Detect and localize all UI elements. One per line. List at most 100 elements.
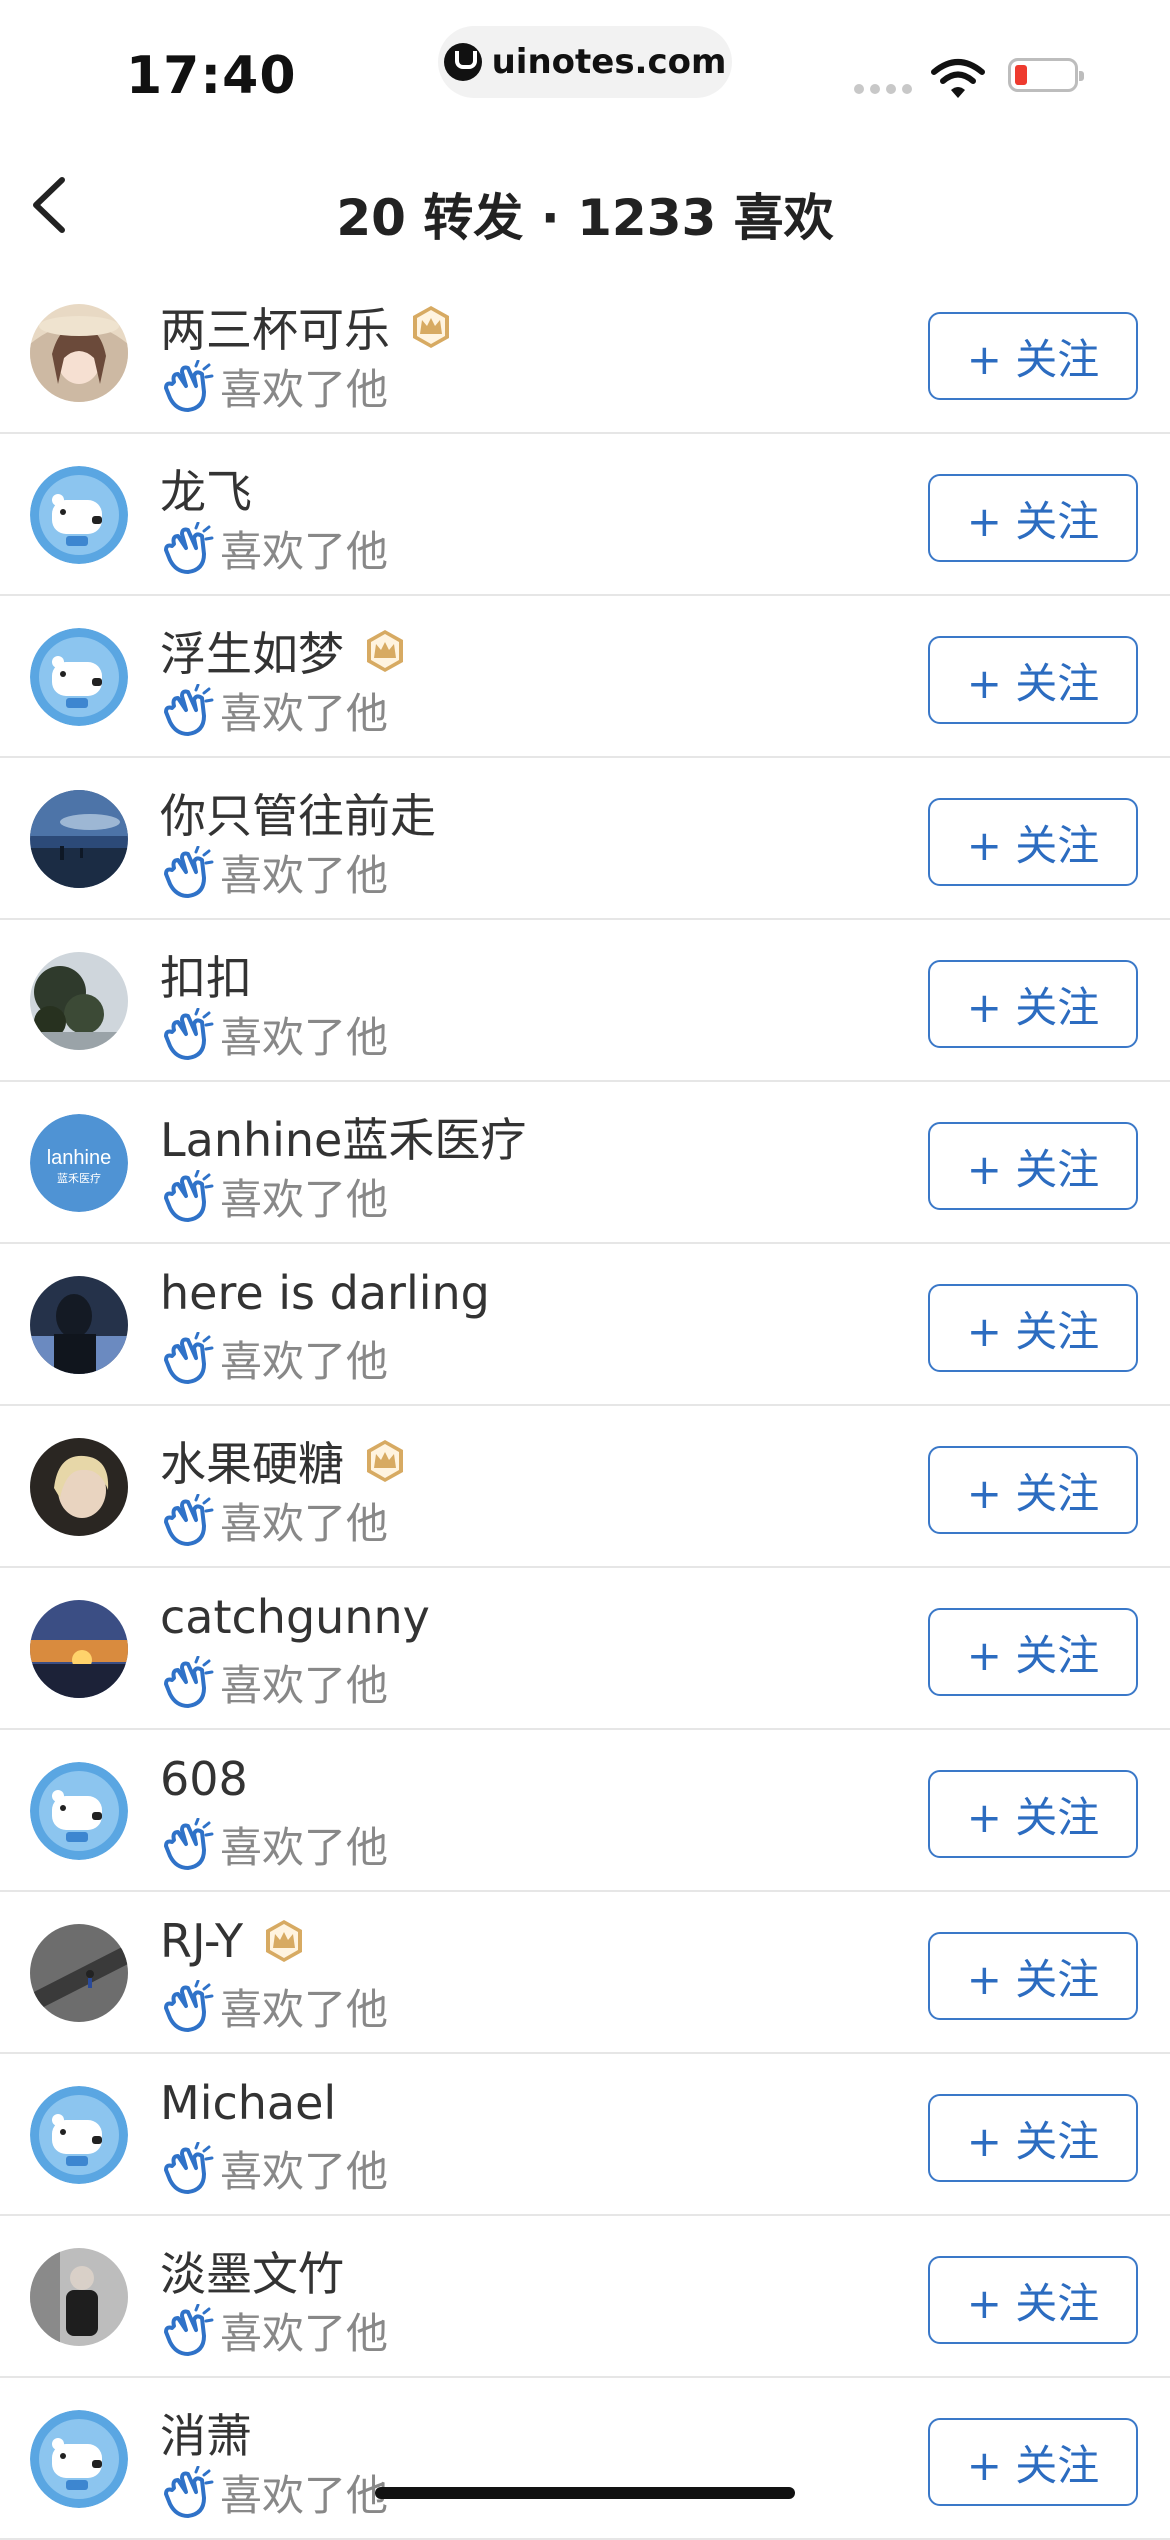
follow-button[interactable]: + 关注 (928, 636, 1138, 724)
follow-button[interactable]: + 关注 (928, 1770, 1138, 1858)
liked-line: 喜欢了他 (160, 1976, 388, 2037)
avatar[interactable] (30, 790, 128, 888)
avatar[interactable] (30, 2086, 128, 2184)
avatar[interactable]: lanhine 蓝禾医疗 (30, 1114, 128, 1212)
list-item[interactable]: 扣扣 喜欢了他 + 关注 (0, 920, 1170, 1082)
name-line: 两三杯可乐 (160, 294, 454, 360)
list-item[interactable]: 龙飞 喜欢了他 + 关注 (0, 434, 1170, 596)
avatar[interactable] (30, 1600, 128, 1698)
home-indicator[interactable] (375, 2487, 795, 2499)
avatar[interactable] (30, 1924, 128, 2022)
follow-button[interactable]: + 关注 (928, 1608, 1138, 1696)
follow-button[interactable]: + 关注 (928, 2418, 1138, 2506)
liked-label: 喜欢了他 (220, 1661, 389, 1710)
clap-icon (164, 1817, 214, 1870)
list-item[interactable]: RJ-Y 喜欢了他 + 关注 (0, 1892, 1170, 2054)
clap-icon (164, 1169, 214, 1222)
list-item[interactable]: catchgunny 喜欢了他 + 关注 (0, 1568, 1170, 1730)
wifi-icon (931, 59, 985, 98)
user-name[interactable]: 608 (160, 1752, 248, 1806)
avatar[interactable] (30, 1762, 128, 1860)
liked-label: 喜欢了他 (220, 1985, 389, 2034)
user-name[interactable]: Michael (160, 2076, 336, 2130)
url-pill[interactable]: uinotes.com (438, 26, 732, 98)
liked-line: 喜欢了他 (160, 2300, 388, 2361)
user-name[interactable]: Lanhine蓝禾医疗 (160, 1104, 526, 1170)
user-name[interactable]: here is darling (160, 1266, 490, 1320)
battery-icon (1008, 58, 1084, 92)
list-item[interactable]: 608 喜欢了他 + 关注 (0, 1730, 1170, 1892)
user-name[interactable]: 水果硬糖 (160, 1428, 344, 1494)
avatar[interactable] (30, 2248, 128, 2346)
list-item[interactable]: Michael 喜欢了他 + 关注 (0, 2054, 1170, 2216)
name-line: 扣扣 (160, 942, 252, 1008)
liked-line: 喜欢了他 (160, 680, 388, 741)
follow-button[interactable]: + 关注 (928, 1284, 1138, 1372)
liked-label: 喜欢了他 (220, 1175, 389, 1224)
clap-icon (164, 1007, 214, 1060)
name-line: Lanhine蓝禾医疗 (160, 1104, 526, 1170)
nav-bar: 20 转发 · 1233 喜欢 (0, 140, 1170, 270)
follow-button[interactable]: + 关注 (928, 1446, 1138, 1534)
liked-label: 喜欢了他 (220, 2309, 389, 2358)
page-title: 20 转发 · 1233 喜欢 (336, 189, 834, 247)
list-item[interactable]: 淡墨文竹 喜欢了他 + 关注 (0, 2216, 1170, 2378)
follow-button[interactable]: + 关注 (928, 960, 1138, 1048)
user-name[interactable]: catchgunny (160, 1590, 430, 1644)
clap-icon (164, 2141, 214, 2194)
liked-label: 喜欢了他 (220, 2147, 389, 2196)
clap-icon (164, 2303, 214, 2356)
avatar[interactable] (30, 304, 128, 402)
user-name[interactable]: 两三杯可乐 (160, 294, 390, 360)
name-line: 水果硬糖 (160, 1428, 408, 1494)
follow-button[interactable]: + 关注 (928, 1932, 1138, 2020)
list-item[interactable]: 你只管往前走 喜欢了他 + 关注 (0, 758, 1170, 920)
list-item[interactable]: 水果硬糖 喜欢了他 + 关注 (0, 1406, 1170, 1568)
liked-label: 喜欢了他 (220, 1499, 389, 1548)
avatar[interactable] (30, 2410, 128, 2508)
liked-line: 喜欢了他 (160, 1814, 388, 1875)
list-item[interactable]: 浮生如梦 喜欢了他 + 关注 (0, 596, 1170, 758)
name-line: 608 (160, 1752, 248, 1806)
user-name[interactable]: 你只管往前走 (160, 780, 436, 846)
follow-button[interactable]: + 关注 (928, 2094, 1138, 2182)
svg-text:lanhine: lanhine (47, 1147, 112, 1169)
liked-label: 喜欢了他 (220, 2471, 389, 2520)
follow-button[interactable]: + 关注 (928, 312, 1138, 400)
avatar[interactable] (30, 1276, 128, 1374)
avatar[interactable] (30, 628, 128, 726)
follow-button[interactable]: + 关注 (928, 2256, 1138, 2344)
follow-button[interactable]: + 关注 (928, 798, 1138, 886)
liked-label: 喜欢了他 (220, 527, 389, 576)
user-name[interactable]: 淡墨文竹 (160, 2238, 344, 2304)
liked-line: 喜欢了他 (160, 1004, 388, 1065)
user-name[interactable]: 浮生如梦 (160, 618, 344, 684)
liked-line: 喜欢了他 (160, 842, 388, 903)
avatar[interactable] (30, 1438, 128, 1536)
name-line: 你只管往前走 (160, 780, 436, 846)
avatar[interactable] (30, 466, 128, 564)
list-item[interactable]: 两三杯可乐 喜欢了他 + 关注 (0, 272, 1170, 434)
liked-label: 喜欢了他 (220, 689, 389, 738)
liked-line: 喜欢了他 (160, 2462, 388, 2523)
liked-line: 喜欢了他 (160, 1328, 388, 1389)
list-item[interactable]: here is darling 喜欢了他 + 关注 (0, 1244, 1170, 1406)
follow-button[interactable]: + 关注 (928, 474, 1138, 562)
crown-badge-icon (266, 1920, 303, 1962)
site-logo-icon (443, 43, 482, 81)
liked-line: 喜欢了他 (160, 356, 388, 417)
list-item[interactable]: lanhine 蓝禾医疗 Lanhine蓝禾医疗 喜欢了他 + 关注 (0, 1082, 1170, 1244)
liked-label: 喜欢了他 (220, 365, 389, 414)
list-item[interactable]: 消萧 喜欢了他 + 关注 (0, 2378, 1170, 2540)
status-time: 17:40 (126, 46, 297, 106)
avatar[interactable] (30, 952, 128, 1050)
liked-label: 喜欢了他 (220, 851, 389, 900)
follow-button[interactable]: + 关注 (928, 1122, 1138, 1210)
user-name[interactable]: 龙飞 (160, 456, 252, 522)
svg-text:蓝禾医疗: 蓝禾医疗 (57, 1171, 101, 1185)
liked-line: 喜欢了他 (160, 1166, 388, 1227)
name-line: 淡墨文竹 (160, 2238, 344, 2304)
user-name[interactable]: 消萧 (160, 2400, 252, 2466)
user-name[interactable]: RJ-Y (160, 1914, 243, 1968)
user-name[interactable]: 扣扣 (160, 942, 252, 1008)
